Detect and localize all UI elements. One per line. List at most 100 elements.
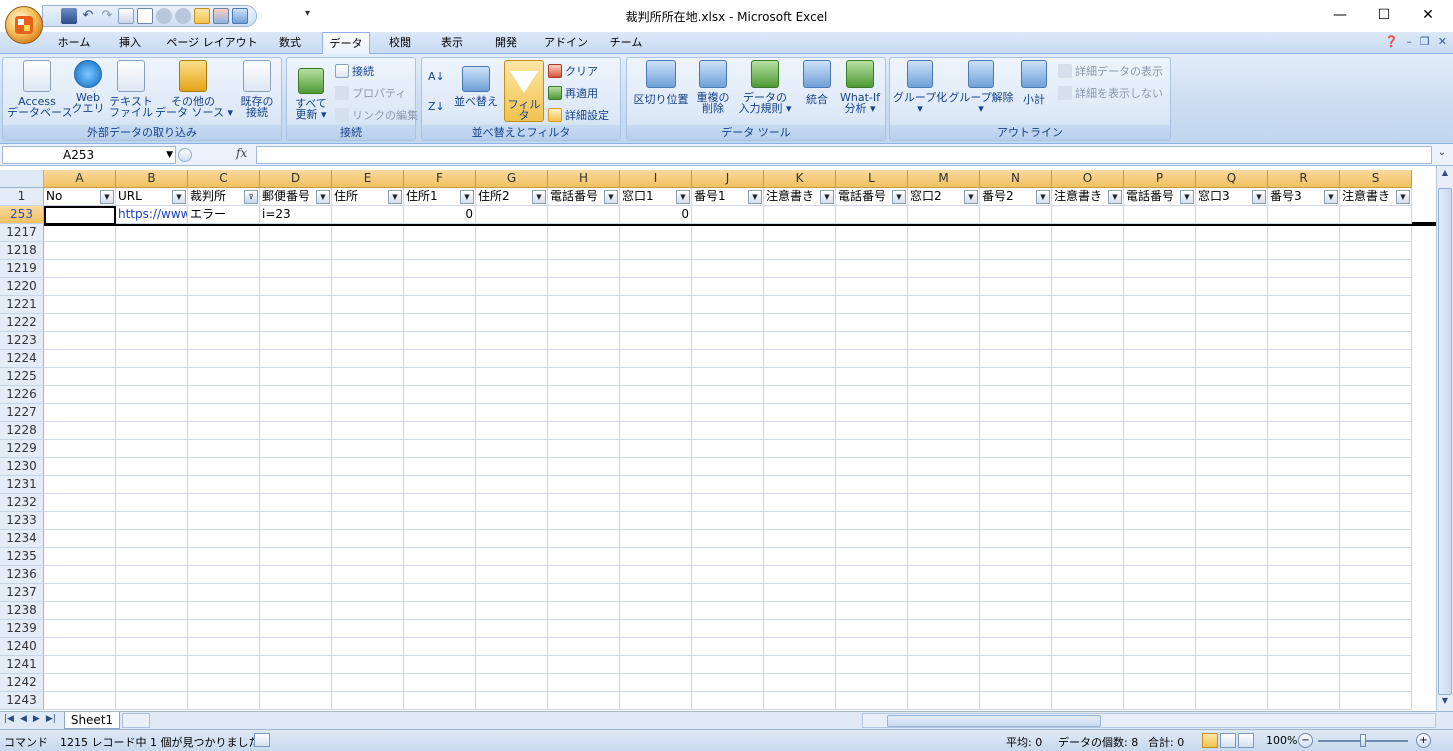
cell[interactable]	[908, 530, 980, 548]
cell[interactable]	[1340, 476, 1412, 494]
cell[interactable]	[620, 494, 692, 512]
cell[interactable]	[188, 674, 260, 692]
cell[interactable]	[1340, 404, 1412, 422]
cell[interactable]	[980, 368, 1052, 386]
cell[interactable]	[1196, 368, 1268, 386]
cell[interactable]	[332, 566, 404, 584]
cell[interactable]	[620, 620, 692, 638]
cell[interactable]	[260, 314, 332, 332]
cell[interactable]	[116, 404, 188, 422]
cell[interactable]	[116, 476, 188, 494]
cell[interactable]	[908, 620, 980, 638]
cell[interactable]	[764, 332, 836, 350]
cell[interactable]	[764, 602, 836, 620]
cell[interactable]	[548, 260, 620, 278]
what-if-button[interactable]: What-If 分析 ▾	[837, 60, 883, 114]
office-button[interactable]	[5, 6, 43, 44]
column-header-n[interactable]: N	[980, 170, 1052, 188]
cell[interactable]	[620, 458, 692, 476]
cell[interactable]: エラー	[188, 206, 260, 224]
cell[interactable]	[980, 620, 1052, 638]
row-header[interactable]: 1228	[0, 422, 44, 440]
page-layout-view-button[interactable]	[1220, 733, 1236, 748]
cell[interactable]	[1340, 440, 1412, 458]
cell[interactable]	[116, 224, 188, 242]
cell[interactable]	[980, 404, 1052, 422]
cell[interactable]	[908, 404, 980, 422]
cell[interactable]	[1052, 458, 1124, 476]
cell[interactable]	[44, 638, 116, 656]
cell[interactable]	[404, 386, 476, 404]
cell[interactable]	[836, 206, 908, 224]
cell[interactable]	[1268, 530, 1340, 548]
cell[interactable]	[1052, 584, 1124, 602]
cell[interactable]	[332, 206, 404, 224]
row-header[interactable]: 1225	[0, 368, 44, 386]
cell[interactable]	[1052, 206, 1124, 224]
cell[interactable]	[1052, 494, 1124, 512]
data-validation-button[interactable]: データの 入力規則 ▾	[733, 60, 797, 114]
cell[interactable]	[1196, 602, 1268, 620]
cell[interactable]	[1052, 350, 1124, 368]
cell[interactable]	[836, 620, 908, 638]
cell[interactable]	[1196, 656, 1268, 674]
cell[interactable]	[620, 386, 692, 404]
cell[interactable]	[764, 440, 836, 458]
cell[interactable]	[1124, 476, 1196, 494]
cell[interactable]	[1124, 332, 1196, 350]
cell[interactable]	[1340, 278, 1412, 296]
cell[interactable]	[404, 638, 476, 656]
cell[interactable]	[692, 674, 764, 692]
row-header[interactable]: 1241	[0, 656, 44, 674]
cell[interactable]	[980, 206, 1052, 224]
cell[interactable]	[188, 458, 260, 476]
cell[interactable]	[116, 440, 188, 458]
cell[interactable]	[1124, 440, 1196, 458]
cell[interactable]	[548, 350, 620, 368]
cell[interactable]	[1196, 440, 1268, 458]
filter-dropdown-icon[interactable]: ▼	[1252, 190, 1266, 204]
cell[interactable]	[260, 656, 332, 674]
cell[interactable]	[764, 530, 836, 548]
cell[interactable]	[188, 512, 260, 530]
cell[interactable]	[44, 458, 116, 476]
cell[interactable]	[620, 278, 692, 296]
filter-dropdown-icon[interactable]: ▼	[316, 190, 330, 204]
maximize-button[interactable]: ☐	[1362, 4, 1406, 26]
cell[interactable]	[332, 260, 404, 278]
cell[interactable]	[620, 512, 692, 530]
cell[interactable]	[1124, 368, 1196, 386]
cell[interactable]	[188, 278, 260, 296]
sort-button[interactable]: 並べ替え	[454, 60, 498, 107]
cell[interactable]	[116, 602, 188, 620]
cell[interactable]	[1052, 674, 1124, 692]
filter-dropdown-icon[interactable]: ▼	[964, 190, 978, 204]
cell[interactable]	[692, 368, 764, 386]
cell[interactable]	[908, 512, 980, 530]
cell[interactable]	[1268, 566, 1340, 584]
cell[interactable]	[476, 332, 548, 350]
header-cell[interactable]: No ▼	[44, 188, 116, 206]
cell[interactable]	[404, 548, 476, 566]
cell[interactable]	[692, 530, 764, 548]
cell[interactable]	[764, 548, 836, 566]
column-header-f[interactable]: F	[404, 170, 476, 188]
cell[interactable]	[692, 260, 764, 278]
cell[interactable]	[476, 386, 548, 404]
tab-formulas[interactable]: 数式	[270, 32, 310, 54]
page-break-view-button[interactable]	[1238, 733, 1254, 748]
cell[interactable]	[116, 566, 188, 584]
cell[interactable]	[1196, 206, 1268, 224]
row-header[interactable]: 1232	[0, 494, 44, 512]
cell[interactable]	[836, 386, 908, 404]
cell[interactable]	[836, 476, 908, 494]
cell[interactable]	[620, 440, 692, 458]
cell[interactable]	[44, 494, 116, 512]
cell[interactable]	[692, 512, 764, 530]
row-header[interactable]: 1229	[0, 440, 44, 458]
cell[interactable]	[1052, 296, 1124, 314]
cell[interactable]	[1340, 638, 1412, 656]
cell[interactable]	[404, 602, 476, 620]
row-header[interactable]: 1	[0, 188, 44, 206]
cell[interactable]	[404, 692, 476, 710]
